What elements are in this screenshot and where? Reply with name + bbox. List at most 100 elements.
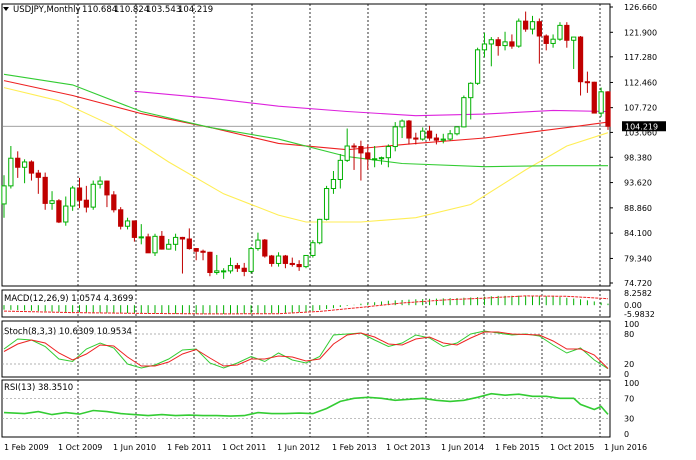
candle-bear [543, 35, 549, 44]
pane-frame-rsi [1, 379, 611, 438]
candle-bull [63, 205, 69, 223]
ohlc-close: 104.219 [178, 5, 213, 15]
candle-bull [21, 161, 28, 168]
candle-bull [323, 188, 330, 220]
candle-bull [124, 220, 131, 227]
candle-bull [447, 133, 453, 140]
candle-bear [289, 262, 295, 266]
candle-bear [241, 267, 247, 272]
triangle-down-icon[interactable] [3, 7, 9, 11]
x-tick-label: 1 Feb 2009 [4, 443, 49, 452]
candle-bull [255, 239, 261, 250]
candle-bear [56, 200, 62, 223]
rsi-y-tick-label: 0 [624, 430, 629, 439]
candle-bear [536, 21, 542, 37]
candle-bear [577, 36, 584, 83]
x-tick-label: 1 Oct 2009 [58, 443, 102, 452]
candle-bear [365, 152, 371, 160]
y-tick-label: 117.280 [624, 53, 657, 62]
candle-bull [571, 36, 577, 41]
x-tick-label: 1 Jun 2016 [604, 443, 647, 452]
y-tick-label: 88.860 [624, 204, 652, 213]
candle-bear [509, 41, 515, 47]
candle-bear [193, 248, 199, 252]
candle-bull [598, 91, 604, 114]
moving-average-line-ma-green [3, 73, 608, 168]
candle-bull [399, 120, 405, 128]
candle-bull [474, 49, 481, 84]
candle-bull [1, 185, 7, 205]
candle-bear [186, 238, 192, 250]
candle-bear [523, 20, 529, 30]
candle-bear [426, 130, 433, 139]
candle-bull [516, 20, 522, 47]
current-price-label: 104.219 [625, 123, 658, 132]
y-tick-label: 74.720 [624, 279, 652, 288]
candle-bull [166, 243, 172, 250]
y-tick-label: 79.340 [624, 254, 652, 263]
candle-bear [564, 24, 570, 41]
candle-bear [111, 194, 117, 211]
candle-bear [15, 157, 21, 168]
x-tick-label: 1 Feb 2015 [495, 443, 540, 452]
candle-bear [28, 161, 35, 174]
x-tick-label: 1 Oct 2011 [222, 443, 266, 452]
y-tick-label: 84.100 [624, 229, 652, 238]
rsi-title: RSI(13) 38.3510 [4, 383, 73, 393]
candle-bear [118, 209, 124, 227]
candle-bear [207, 251, 213, 273]
candle-bull [378, 157, 385, 160]
candle-bear [145, 236, 151, 254]
candle-bear [591, 81, 597, 114]
macd-pane-header: MACD(12,26,9) 1.0574 4.3699 [4, 294, 133, 304]
candle-bull [8, 157, 14, 187]
candle-bear [76, 187, 83, 201]
x-tick-label: 1 Jun 2012 [277, 443, 320, 452]
macd-y-tick-label: 0.00 [624, 301, 642, 310]
candle-bear [358, 146, 364, 154]
stoch-y-tick-label: 20 [624, 360, 634, 369]
candle-bull [214, 270, 220, 273]
candle-bear [282, 255, 289, 264]
candle-bull [550, 38, 556, 44]
candle-bear [42, 176, 48, 204]
symbol-label: USDJPY,Monthly [13, 5, 81, 15]
trading-chart-window: USDJPY,Monthly 110.684 110.824 103.543 1… [0, 0, 696, 460]
candle-bear [35, 172, 41, 178]
candle-bull [303, 254, 309, 268]
candle-bull [90, 183, 96, 208]
candle-bear [495, 39, 501, 47]
candle-bear [605, 91, 611, 127]
moving-average-line-ma-red [3, 80, 609, 151]
candle-bull [440, 138, 446, 141]
x-tick-label: 1 Feb 2011 [167, 443, 212, 452]
candle-bull [468, 82, 474, 99]
candle-bull [392, 126, 398, 148]
candle-bull [310, 242, 316, 256]
price-pane-header: USDJPY,Monthly 110.684 110.824 103.543 1… [3, 5, 213, 15]
macd-title: MACD(12,26,9) 1.0574 4.3699 [4, 294, 133, 304]
candle-bull [461, 97, 467, 128]
candle-bull [138, 236, 144, 239]
candle-bear [262, 239, 268, 257]
candle-bear [159, 235, 165, 250]
candle-bear [269, 255, 275, 264]
candle-bear [234, 265, 240, 269]
macd-y-tick-label: 8.2582 [624, 289, 652, 298]
candle-bull [317, 218, 323, 244]
candle-bear [131, 220, 138, 238]
candle-bull [502, 41, 508, 47]
rsi-pane-header: RSI(13) 38.3510 [4, 383, 73, 393]
stoch-pane-header: Stoch(8,3,3) 10.6309 10.9534 [4, 327, 132, 337]
y-tick-label: 107.720 [624, 104, 657, 113]
x-tick-label: 1 Jun 2010 [113, 443, 156, 452]
y-tick-label: 126.660 [624, 3, 657, 12]
candle-bull [454, 126, 460, 135]
y-tick-label: 121.900 [624, 28, 657, 37]
x-tick-label: 1 Oct 2015 [550, 443, 594, 452]
candle-bull [97, 180, 103, 185]
candle-bear [296, 264, 302, 268]
candle-bull [49, 200, 55, 204]
chart-canvas: USDJPY,Monthly 110.684 110.824 103.543 1… [1, 3, 666, 452]
candle-bull [152, 235, 158, 254]
